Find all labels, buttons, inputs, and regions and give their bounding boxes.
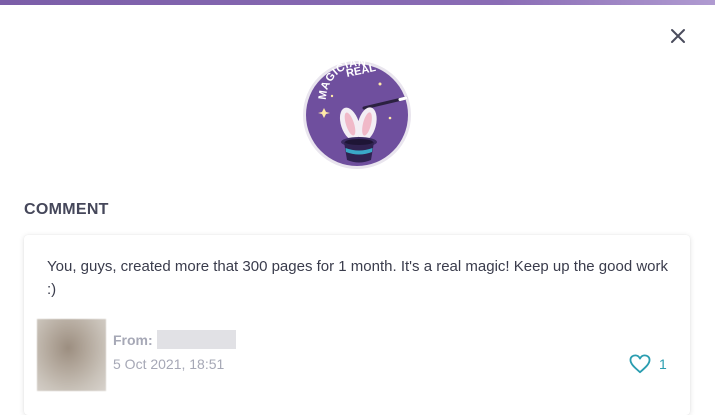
top-accent-bar [0,0,715,5]
author-name-redacted [157,330,236,349]
from-label: From: [113,332,153,348]
like-count: 1 [659,356,667,372]
comment-timestamp: 5 Oct 2021, 18:51 [113,356,225,372]
like-button[interactable]: 1 [629,353,667,375]
close-icon[interactable] [666,24,690,48]
comment-text: You, guys, created more that 300 pages f… [47,258,669,298]
avatar [37,319,106,391]
section-label-comment: COMMENT [24,201,109,218]
heart-icon[interactable] [629,354,651,374]
real-magician-badge: REAL MAGICIAN [303,60,411,169]
comment-card: You, guys, created more that 300 pages f… [24,235,690,415]
